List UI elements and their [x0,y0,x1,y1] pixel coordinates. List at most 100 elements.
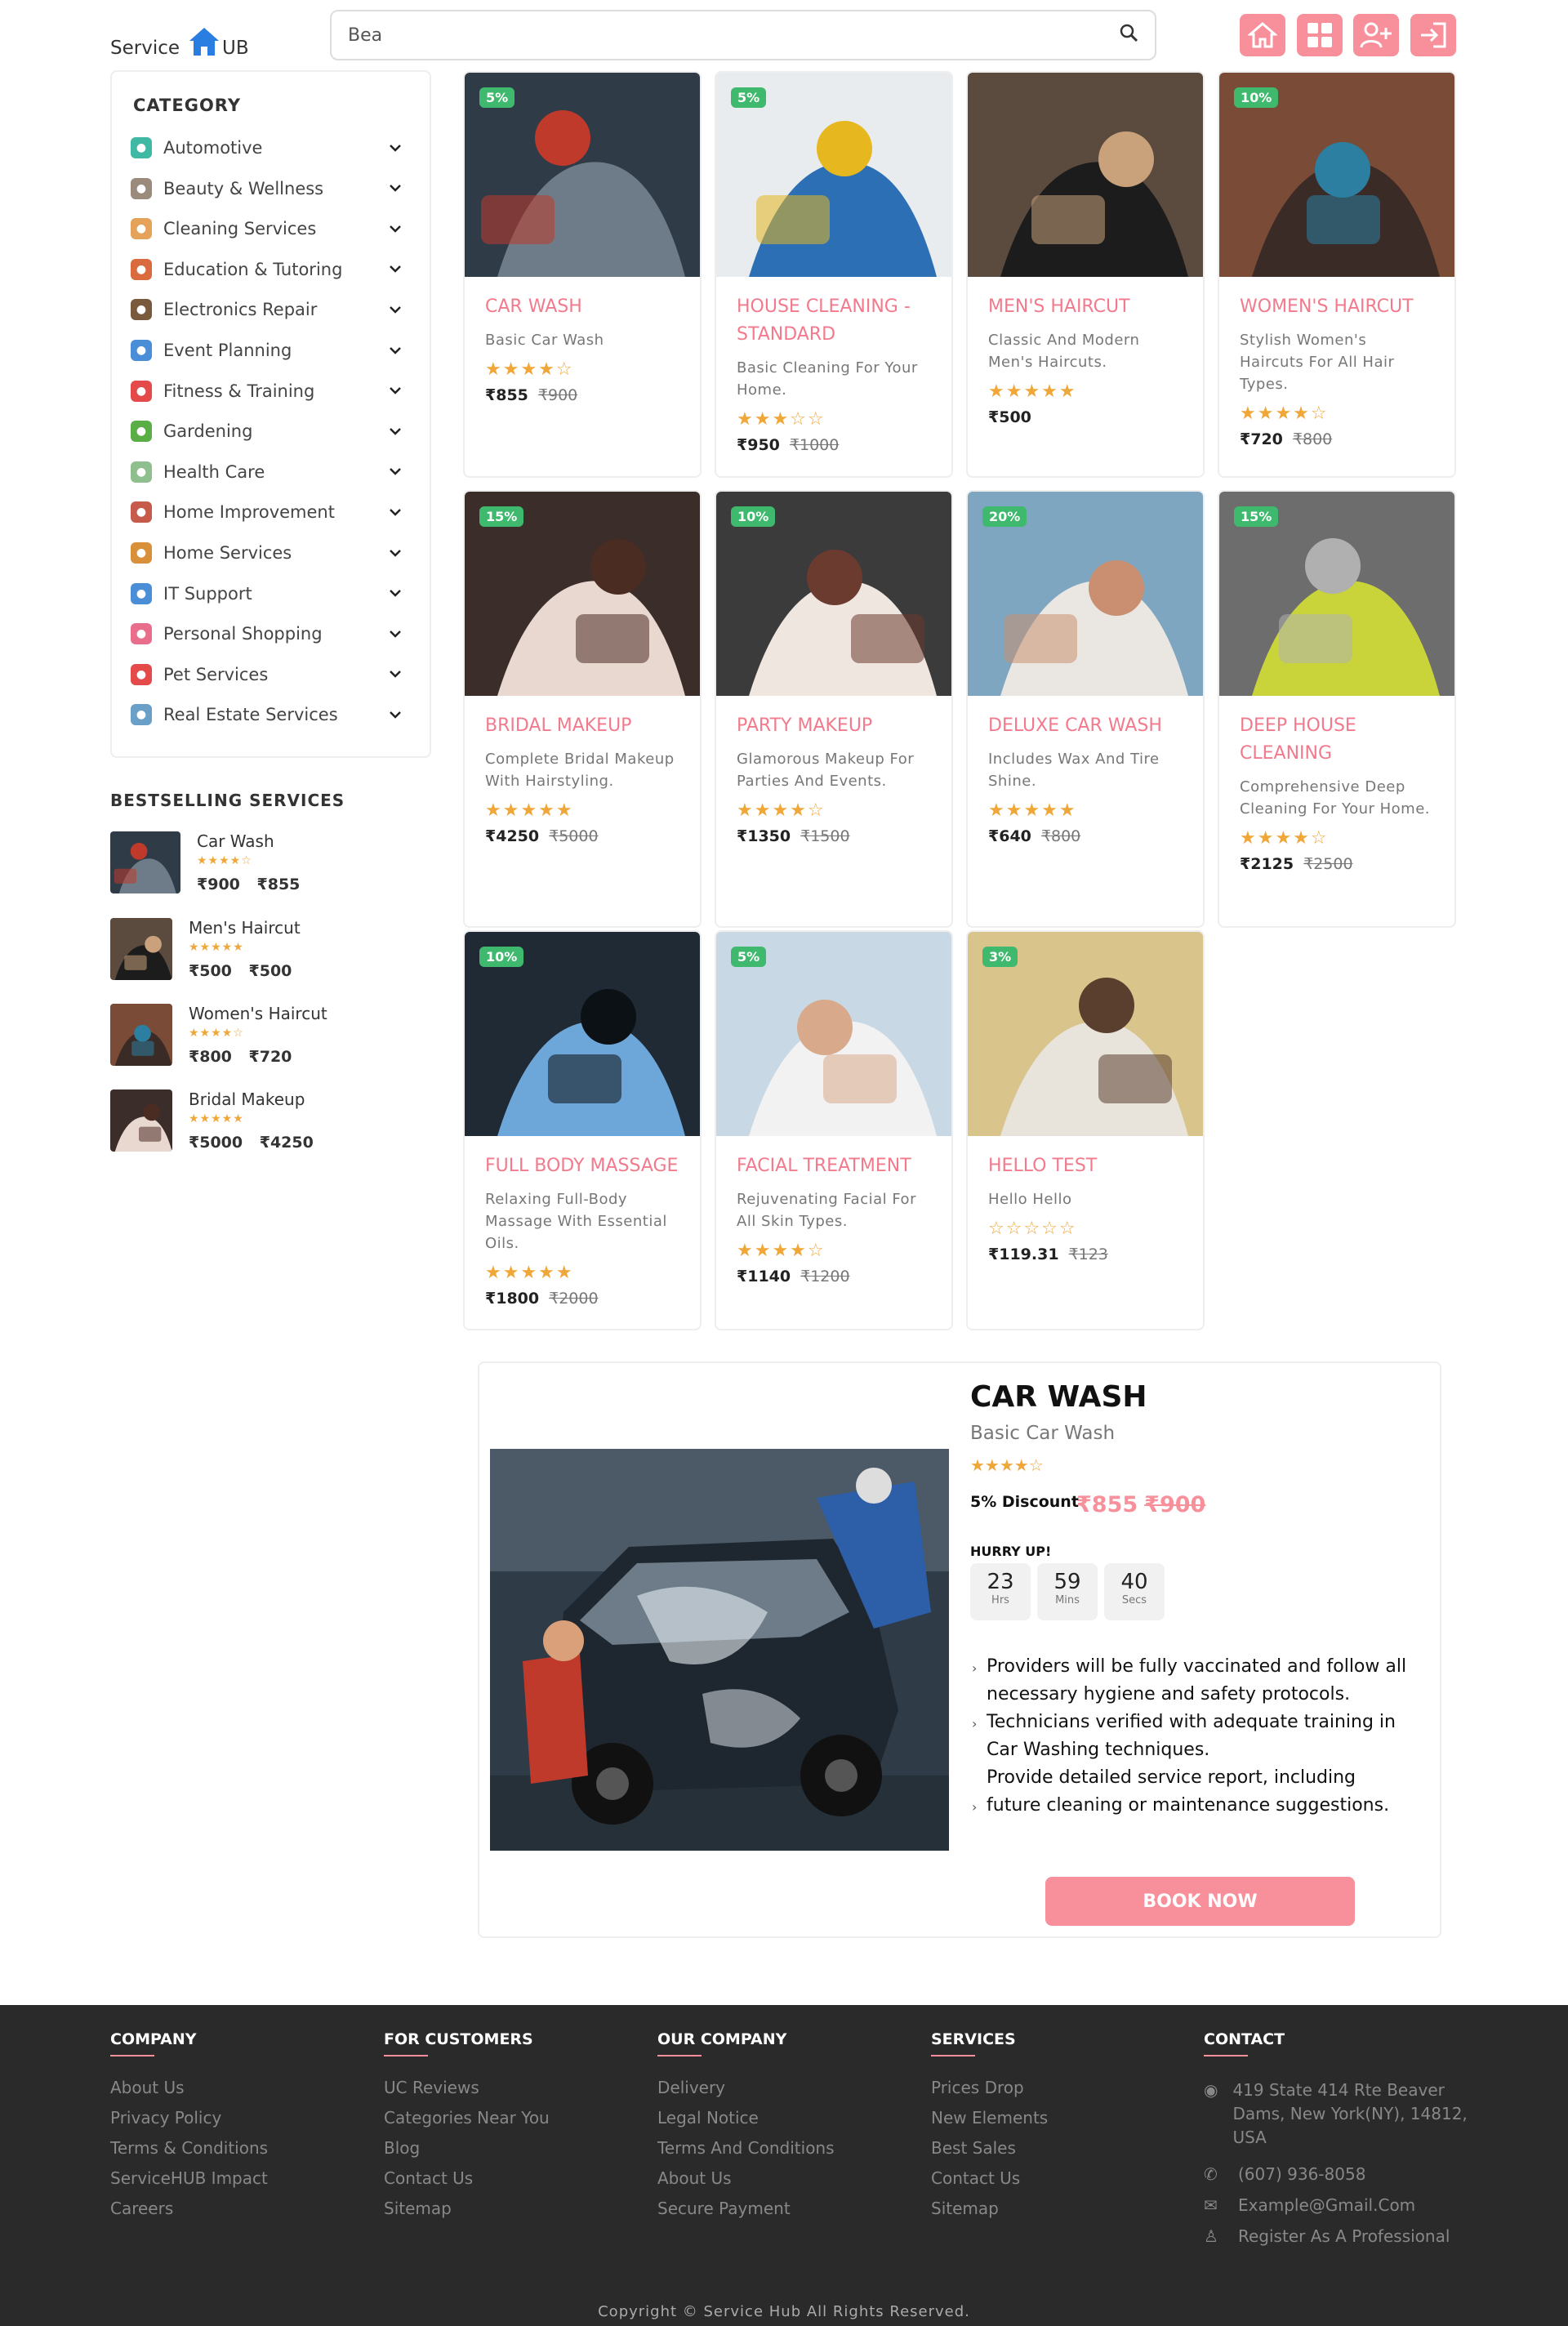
footer-link[interactable]: Best Sales [931,2138,1048,2159]
footer-link[interactable]: Prices Drop [931,2078,1048,2098]
footer-link[interactable]: Categories Near You [384,2108,550,2128]
chevron-down-icon[interactable] [389,424,402,439]
service-title[interactable]: PARTY MAKEUP [737,712,931,740]
service-card[interactable]: 3% HELLO TEST Hello Hello ☆☆☆☆☆ ₹119.31 ₹123 [966,930,1205,1330]
footer-link[interactable]: Contact Us [384,2168,550,2189]
register-professional-link[interactable]: ♙ Register As A Professional [1204,2226,1450,2246]
footer-link[interactable]: Privacy Policy [110,2108,268,2128]
footer-link[interactable]: Sitemap [931,2199,1048,2219]
bestselling-item[interactable]: Car Wash ★★★★☆ ₹900 ₹855 [110,831,355,900]
service-card[interactable]: 5% FACIAL TREATMENT Rejuvenating Facial Fo… [715,930,953,1330]
chevron-down-icon[interactable] [389,464,402,479]
category-item[interactable]: ● Event Planning [131,334,402,367]
service-title[interactable]: FACIAL TREATMENT [737,1152,931,1180]
service-card[interactable]: 15% BRIDAL MAKEUP Complete Bridal Makeup W… [463,490,702,928]
chevron-down-icon[interactable] [389,302,402,318]
chevron-down-icon[interactable] [389,505,402,520]
footer-link[interactable]: ServiceHUB Impact [110,2168,268,2189]
service-title[interactable]: WOMEN'S HAIRCUT [1240,293,1434,321]
grid-button[interactable] [1297,14,1343,56]
service-card[interactable]: MEN'S HAIRCUT Classic And Modern Men's Ha… [966,71,1205,478]
footer-link[interactable]: Blog [384,2138,550,2159]
service-image[interactable]: 15% [1219,492,1454,696]
category-item[interactable]: ● Cleaning Services [131,212,402,245]
category-item[interactable]: ● Real Estate Services [131,698,402,731]
bestselling-image[interactable] [110,1089,172,1152]
chevron-down-icon[interactable] [389,546,402,561]
bestselling-name[interactable]: Men's Haircut [189,918,301,938]
category-item[interactable]: ● Home Services [131,537,402,569]
footer-link[interactable]: New Elements [931,2108,1048,2128]
chevron-down-icon[interactable] [389,626,402,642]
service-card[interactable]: 10% FULL BODY MASSAGE Relaxing Full-Body M… [463,930,702,1330]
category-item[interactable]: ● Education & Tutoring [131,253,402,286]
service-image[interactable]: 5% [716,73,951,277]
service-image[interactable]: 3% [968,932,1203,1136]
contact-phone[interactable]: ✆ (607) 936-8058 [1204,2164,1365,2184]
service-image[interactable]: 5% [465,73,700,277]
service-title[interactable]: HOUSE CLEANING - STANDARD [737,293,931,349]
bestselling-name[interactable]: Car Wash [197,831,274,851]
service-card[interactable]: 10% WOMEN'S HAIRCUT Stylish Women's Haircu… [1218,71,1456,478]
service-title[interactable]: DELUXE CAR WASH [988,712,1183,740]
bestselling-name[interactable]: Women's Haircut [189,1004,327,1023]
category-item[interactable]: ● Fitness & Training [131,375,402,408]
chevron-down-icon[interactable] [389,707,402,723]
category-item[interactable]: ● Home Improvement [131,496,402,528]
service-title[interactable]: BRIDAL MAKEUP [485,712,679,740]
category-item[interactable]: ● Automotive [131,131,402,164]
category-item[interactable]: ● Electronics Repair [131,293,402,326]
service-card[interactable]: 5% CAR WASH Basic Car Wash ★★★★☆ ₹855 ₹900 [463,71,702,478]
chevron-down-icon[interactable] [389,140,402,156]
footer-link[interactable]: Legal Notice [657,2108,835,2128]
service-image[interactable]: 15% [465,492,700,696]
service-card[interactable]: 15% DEEP HOUSE CLEANING Comprehensive Deep… [1218,490,1456,928]
bestselling-item[interactable]: Men's Haircut ★★★★★ ₹500 ₹500 [110,918,355,987]
service-title[interactable]: HELLO TEST [988,1152,1183,1180]
bestselling-image[interactable] [110,918,172,980]
service-image[interactable]: 20% [968,492,1203,696]
service-image[interactable]: 10% [1219,73,1454,277]
footer-link[interactable]: Terms & Conditions [110,2138,268,2159]
footer-link[interactable]: Delivery [657,2078,835,2098]
chevron-down-icon[interactable] [389,666,402,682]
service-title[interactable]: FULL BODY MASSAGE [485,1152,679,1180]
chevron-down-icon[interactable] [389,383,402,399]
search-input[interactable] [348,25,1060,46]
book-now-button[interactable]: BOOK NOW [1045,1877,1355,1926]
service-card[interactable]: 20% DELUXE CAR WASH Includes Wax And Tire … [966,490,1205,928]
chevron-down-icon[interactable] [389,261,402,277]
footer-link[interactable]: About Us [110,2078,268,2098]
category-item[interactable]: ● Pet Services [131,658,402,691]
service-card[interactable]: 5% HOUSE CLEANING - STANDARD Basic Cleanin… [715,71,953,478]
service-card[interactable]: 10% PARTY MAKEUP Glamorous Makeup For Part… [715,490,953,928]
contact-email[interactable]: ✉ Example@Gmail.Com [1204,2195,1415,2215]
service-image[interactable]: 10% [716,492,951,696]
service-title[interactable]: DEEP HOUSE CLEANING [1240,712,1434,768]
chevron-down-icon[interactable] [389,221,402,237]
service-title[interactable]: MEN'S HAIRCUT [988,293,1183,321]
bestselling-item[interactable]: Bridal Makeup ★★★★★ ₹5000 ₹4250 [110,1089,355,1158]
category-item[interactable]: ● Beauty & Wellness [131,172,402,205]
footer-link[interactable]: About Us [657,2168,835,2189]
chevron-down-icon[interactable] [389,586,402,601]
footer-link[interactable]: Careers [110,2199,268,2219]
login-button[interactable] [1410,14,1456,56]
register-button[interactable] [1353,14,1399,56]
footer-link[interactable]: Terms And Conditions [657,2138,835,2159]
bestselling-name[interactable]: Bridal Makeup [189,1089,305,1109]
footer-link[interactable]: UC Reviews [384,2078,550,2098]
search-bar[interactable] [330,10,1156,60]
category-item[interactable]: ● Personal Shopping [131,617,402,650]
service-image[interactable]: 5% [716,932,951,1136]
footer-link[interactable]: Contact Us [931,2168,1048,2189]
category-item[interactable]: ● Health Care [131,456,402,488]
bestselling-image[interactable] [110,1004,172,1066]
bestselling-image[interactable] [110,831,180,893]
home-button[interactable] [1240,14,1285,56]
chevron-down-icon[interactable] [389,180,402,196]
logo[interactable]: Service UB [110,23,249,59]
service-image[interactable]: 10% [465,932,700,1136]
category-item[interactable]: ● IT Support [131,577,402,610]
bestselling-item[interactable]: Women's Haircut ★★★★☆ ₹800 ₹720 [110,1004,355,1072]
